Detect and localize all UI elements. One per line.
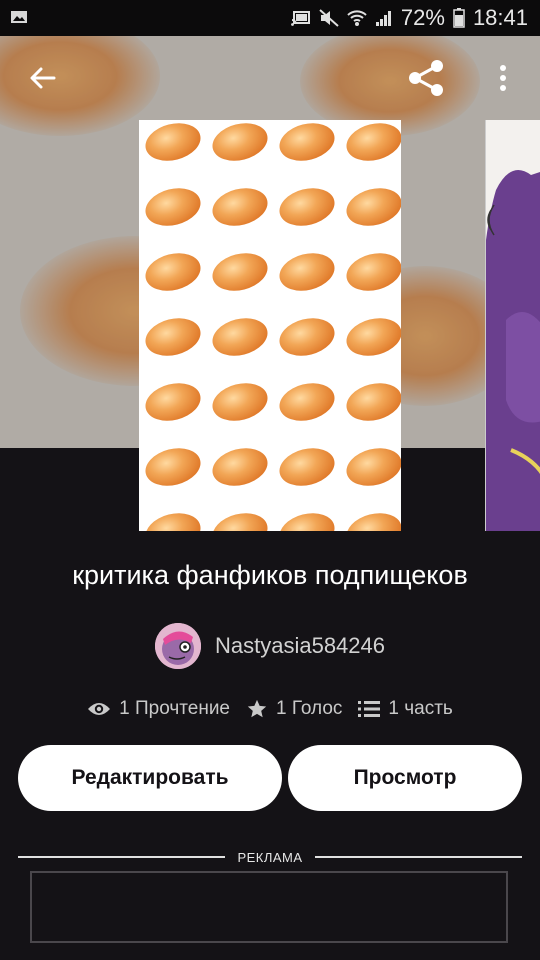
bun-shape: [141, 247, 205, 297]
bun-shape: [342, 312, 401, 362]
parts-count: 1 часть: [388, 698, 453, 719]
cast-icon: [290, 11, 310, 26]
story-stats: 1 Прочтение 1 Голос 1 часть: [0, 694, 540, 724]
bun-shape: [141, 377, 205, 427]
bun-shape: [275, 247, 339, 297]
wifi-icon: [347, 10, 367, 26]
reads-count: 1 Прочтение: [119, 698, 231, 719]
bun-shape: [342, 247, 401, 297]
bun-shape: [275, 442, 339, 492]
ad-divider: РЕКЛАМА: [18, 848, 522, 866]
bun-shape: [141, 507, 205, 531]
bun-shape: [208, 247, 272, 297]
bun-shape: [275, 377, 339, 427]
signal-icon: [375, 11, 391, 26]
bun-shape: [342, 182, 401, 232]
mute-icon: [319, 9, 339, 27]
star-icon: [247, 699, 267, 718]
bun-shape: [208, 312, 272, 362]
share-icon[interactable]: [406, 58, 446, 98]
bun-shape: [342, 120, 401, 167]
divider-line-left: [18, 856, 226, 858]
bun-shape: [141, 312, 205, 362]
next-cover-image[interactable]: [485, 120, 540, 531]
eye-icon: [88, 703, 111, 715]
ad-label: РЕКЛАМА: [237, 849, 303, 865]
reads-stat: 1 Прочтение: [87, 698, 230, 720]
more-vert-icon[interactable]: [496, 64, 510, 94]
bun-shape: [208, 120, 272, 167]
votes-count: 1 Голос: [276, 698, 343, 719]
image-icon: [11, 11, 27, 23]
bun-shape: [275, 312, 339, 362]
bun-shape: [208, 442, 272, 492]
preview-button[interactable]: Просмотр: [288, 745, 522, 811]
bun-shape: [342, 507, 401, 531]
avatar[interactable]: [154, 623, 201, 669]
bun-shape: [208, 377, 272, 427]
bun-shape: [342, 442, 401, 492]
bun-shape: [208, 182, 272, 232]
parts-stat: 1 часть: [358, 698, 453, 720]
bun-shape: [141, 120, 205, 167]
bun-shape: [342, 377, 401, 427]
back-arrow-icon[interactable]: [28, 64, 56, 92]
battery-icon: [453, 8, 465, 28]
bun-shape: [275, 507, 339, 531]
divider-line-right: [314, 856, 522, 858]
ad-slot[interactable]: [30, 871, 508, 943]
bun-shape: [208, 507, 272, 531]
bun-shape: [141, 182, 205, 232]
edit-button[interactable]: Редактировать: [18, 745, 282, 811]
clock: 18:41: [472, 5, 528, 30]
votes-stat: 1 Голос: [246, 698, 342, 720]
bun-shape: [275, 182, 339, 232]
list-icon: [358, 701, 381, 717]
bun-shape: [275, 120, 339, 167]
battery-percent: 72%: [400, 5, 445, 30]
story-cover-image[interactable]: [139, 120, 401, 531]
status-bar: 72% 18:41: [0, 0, 540, 36]
author-name[interactable]: Nastyasia584246: [215, 633, 385, 659]
author-row[interactable]: Nastyasia584246: [0, 622, 540, 670]
bun-shape: [141, 442, 205, 492]
story-title: критика фанфиков подпищеков: [72, 560, 468, 590]
